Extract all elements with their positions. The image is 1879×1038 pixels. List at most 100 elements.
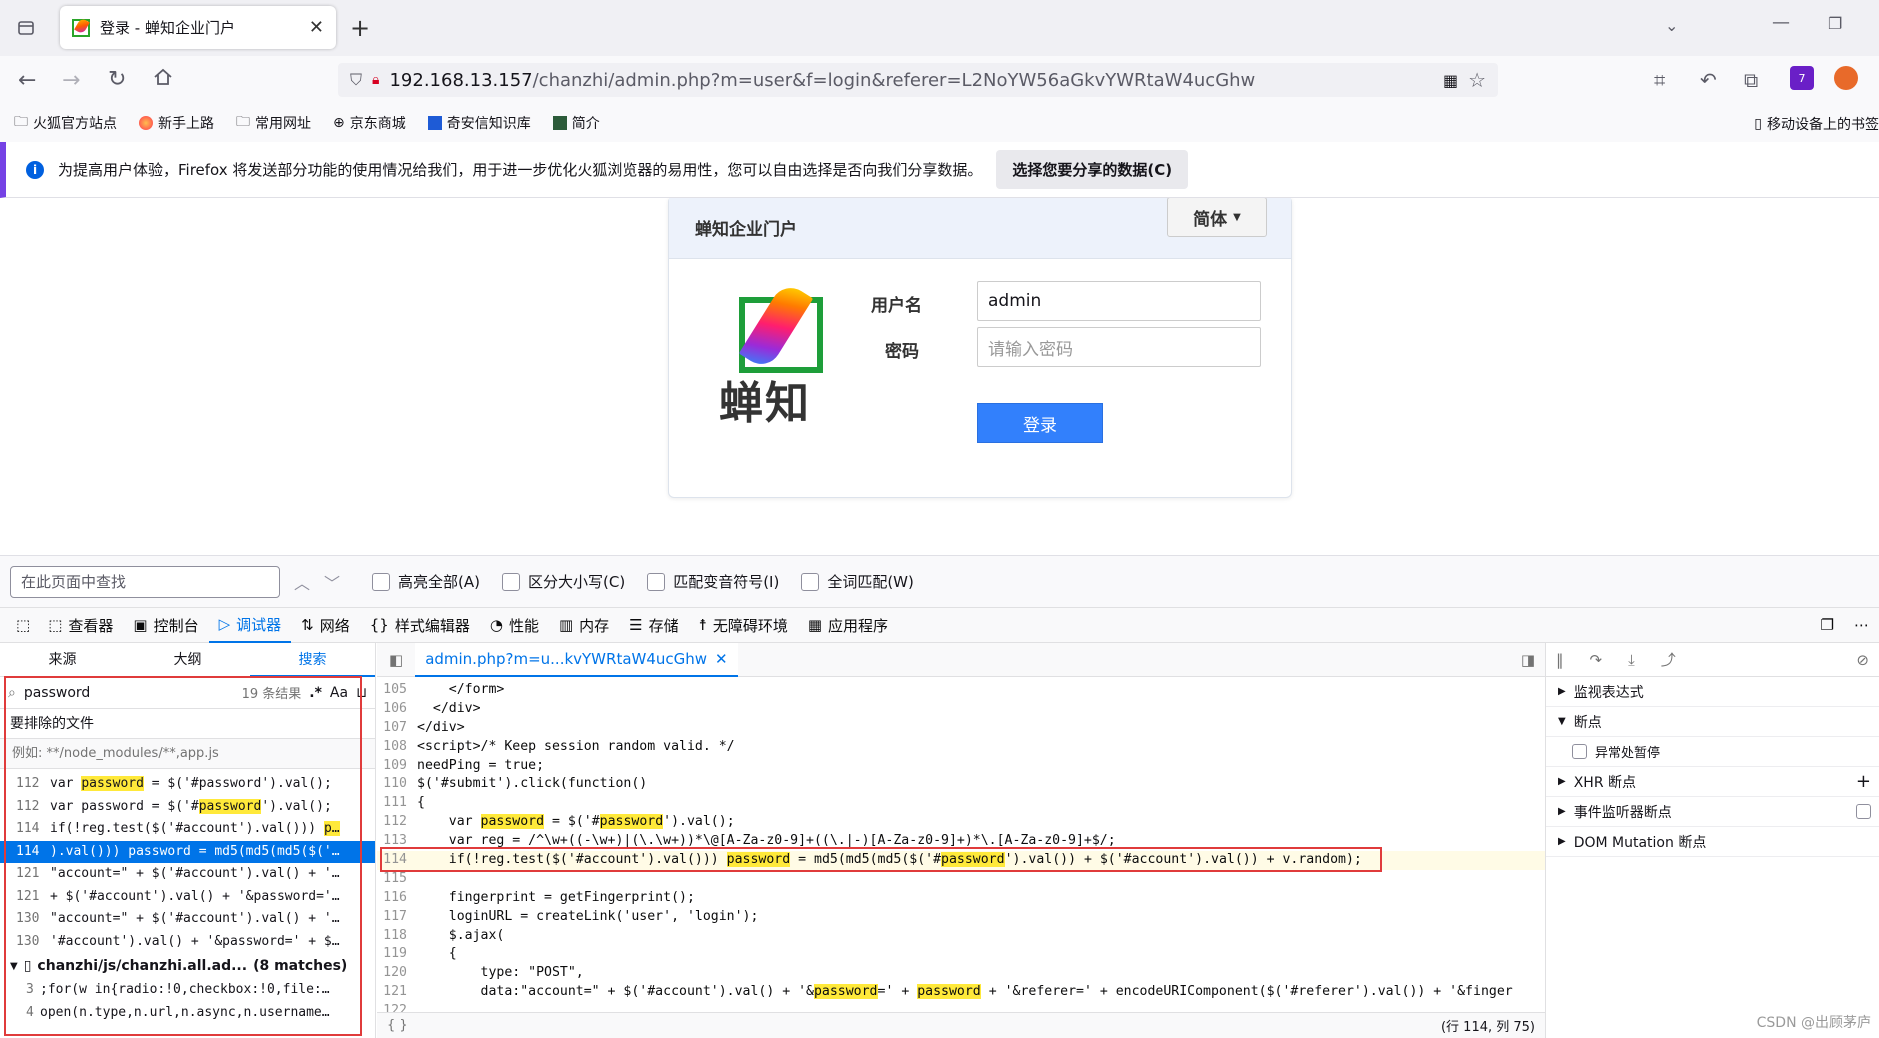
find-next-icon[interactable]: ﹀ — [324, 570, 340, 594]
line-number[interactable]: 106 — [377, 700, 413, 719]
find-input[interactable]: 在此页面中查找 — [10, 565, 280, 598]
login-button[interactable]: 登录 — [977, 403, 1103, 443]
dock-side-icon[interactable]: ❐ — [1811, 607, 1844, 643]
match-diacritics-checkbox[interactable]: 匹配变音符号(I) — [647, 571, 779, 592]
whole-words-checkbox[interactable]: 全词匹配(W) — [801, 571, 914, 592]
code-text: </div> — [417, 719, 465, 735]
chevron-down-icon[interactable]: ⌄ — [1665, 16, 1678, 35]
dom-mutation-breakpoints[interactable]: ▶ DOM Mutation 断点 — [1546, 827, 1879, 857]
match-case-checkbox[interactable]: 区分大小写(C) — [502, 571, 625, 592]
info-icon: i — [26, 160, 44, 179]
memory-icon: ▥ — [558, 616, 574, 634]
line-number[interactable]: 107 — [377, 719, 413, 738]
tab-network[interactable]: ⇅ 网络 — [291, 607, 360, 643]
event-listener-breakpoints[interactable]: ▶ 事件监听器断点 — [1546, 797, 1879, 827]
tab-search[interactable]: 搜索 — [250, 643, 375, 677]
console-icon: ▣ — [133, 616, 148, 634]
line-number[interactable]: 115 — [377, 870, 413, 889]
tab-style-editor[interactable]: {} 样式编辑器 — [360, 607, 480, 643]
watch-expressions[interactable]: ▶ 监视表达式 — [1546, 677, 1879, 707]
pretty-print-icon[interactable]: { } — [387, 1018, 408, 1033]
line-number[interactable]: 111 — [377, 794, 413, 813]
mobile-bookmarks[interactable]: ▯ 移动设备上的书签 — [1754, 114, 1879, 134]
bookmark-item[interactable]: 🗀 火狐官方站点 — [14, 111, 117, 135]
tab-performance[interactable]: ◔ 性能 — [480, 607, 549, 643]
home-icon[interactable] — [153, 67, 173, 87]
find-bar: 在此页面中查找 ︿ ﹀ 高亮全部(A) 区分大小写(C) 匹配变音符号(I) 全… — [0, 555, 1879, 607]
minimize-icon[interactable]: — — [1772, 12, 1790, 33]
close-icon[interactable]: ✕ — [715, 650, 728, 668]
screenshot-icon[interactable]: ⌗ — [1654, 68, 1665, 92]
password-field[interactable]: 请输入密码 — [977, 327, 1261, 367]
tab-application[interactable]: ▦ 应用程序 — [798, 607, 898, 643]
tab-storage[interactable]: ☰ 存储 — [619, 607, 688, 643]
element-picker-icon[interactable]: ⬚ — [8, 607, 38, 643]
find-previous-icon[interactable]: ︿ — [294, 570, 310, 594]
editor-tab[interactable]: admin.php?m=u...kvYWRtaW4ucGhw ✕ — [415, 642, 738, 677]
line-number[interactable]: 112 — [377, 813, 413, 832]
extension-badge-icon[interactable]: 7 — [1790, 66, 1814, 90]
deactivate-breakpoints-icon[interactable]: ⊘ — [1856, 651, 1869, 669]
close-tab-icon[interactable]: ✕ — [309, 17, 324, 38]
bookmark-item[interactable]: 奇安信知识库 — [427, 113, 531, 133]
tab-outline[interactable]: 大纲 — [125, 643, 250, 677]
bookmark-item[interactable]: 简介 — [552, 113, 600, 133]
line-number[interactable]: 116 — [377, 889, 413, 908]
line-number[interactable]: 118 — [377, 927, 413, 946]
caret-right-icon: ▶ — [1558, 686, 1566, 697]
username-field[interactable]: admin — [977, 281, 1261, 321]
highlight-all-checkbox[interactable]: 高亮全部(A) — [372, 571, 480, 592]
toggle-right-pane-icon[interactable]: ◨ — [1511, 651, 1545, 669]
tab-debugger[interactable]: ▷ 调试器 — [208, 607, 292, 643]
extensions-icon[interactable]: ⧉ — [1744, 68, 1758, 92]
line-number[interactable]: 109 — [377, 757, 413, 776]
url-host: 192.168.13.157 — [389, 69, 533, 91]
tab-list-icon[interactable] — [14, 16, 38, 40]
language-dropdown[interactable]: 简体 ▼ — [1167, 198, 1267, 237]
back-icon[interactable]: ← — [18, 68, 36, 93]
step-out-icon[interactable]: ⤴ — [1661, 649, 1676, 670]
line-number[interactable]: 119 — [377, 945, 413, 964]
forward-icon[interactable]: → — [62, 68, 80, 93]
shield-icon[interactable]: ⛉ — [350, 70, 362, 90]
line-number[interactable]: 105 — [377, 681, 413, 700]
bookmark-star-icon[interactable]: ☆ — [1468, 68, 1486, 92]
bookmark-item[interactable]: 新手上路 — [139, 113, 214, 133]
pause-icon[interactable]: ‖ — [1556, 651, 1564, 669]
pause-on-exceptions[interactable]: 异常处暂停 — [1546, 737, 1879, 767]
profile-avatar-icon[interactable] — [1834, 66, 1858, 90]
tab-inspector[interactable]: ⬚ 查看器 — [38, 607, 123, 643]
undo-icon[interactable]: ↶ — [1700, 68, 1717, 92]
new-tab-icon[interactable]: + — [350, 14, 370, 42]
line-number[interactable]: 108 — [377, 738, 413, 757]
code-text: type: "POST", — [417, 965, 584, 981]
insecure-lock-icon[interactable]: 🔒︎ — [372, 72, 379, 88]
checkbox-box[interactable] — [1856, 804, 1871, 819]
toggle-sidebar-icon[interactable]: ◧ — [377, 651, 415, 669]
restore-icon[interactable]: ❐ — [1828, 14, 1842, 33]
line-number[interactable]: 110 — [377, 775, 413, 794]
tab-sources[interactable]: 来源 — [0, 643, 125, 677]
xhr-breakpoints[interactable]: ▶ XHR 断点 + — [1546, 767, 1879, 797]
more-options-icon[interactable]: ⋯ — [1844, 607, 1879, 643]
qr-code-icon[interactable]: ▦ — [1443, 71, 1458, 90]
tab-accessibility[interactable]: ☨ 无障碍环境 — [689, 607, 798, 643]
bookmark-item[interactable]: ⊕ 京东商城 — [333, 113, 406, 133]
step-over-icon[interactable]: ↷ — [1590, 651, 1603, 669]
bookmark-item[interactable]: 🗀 常用网址 — [236, 111, 311, 135]
url-bar[interactable]: ⛉ 🔒︎ 192.168.13.157/chanzhi/admin.php?m=… — [338, 63, 1498, 97]
code-line: 115 — [377, 870, 1545, 889]
checkbox-box — [801, 572, 820, 591]
breakpoints-section[interactable]: ▼ 断点 — [1546, 707, 1879, 737]
line-number[interactable]: 120 — [377, 964, 413, 983]
tab-memory[interactable]: ▥ 内存 — [549, 607, 619, 643]
step-in-icon[interactable]: ⤓ — [1628, 651, 1635, 669]
reload-icon[interactable]: ↻ — [108, 67, 126, 92]
line-number[interactable]: 121 — [377, 983, 413, 1002]
qianxin-icon — [427, 116, 442, 130]
line-number[interactable]: 117 — [377, 908, 413, 927]
tab-console[interactable]: ▣ 控制台 — [123, 607, 208, 643]
active-tab[interactable]: 登录 - 蝉知企业门户 ✕ — [60, 6, 336, 49]
add-icon[interactable]: + — [1856, 771, 1879, 792]
share-data-button[interactable]: 选择您要分享的数据(C) — [996, 150, 1189, 189]
